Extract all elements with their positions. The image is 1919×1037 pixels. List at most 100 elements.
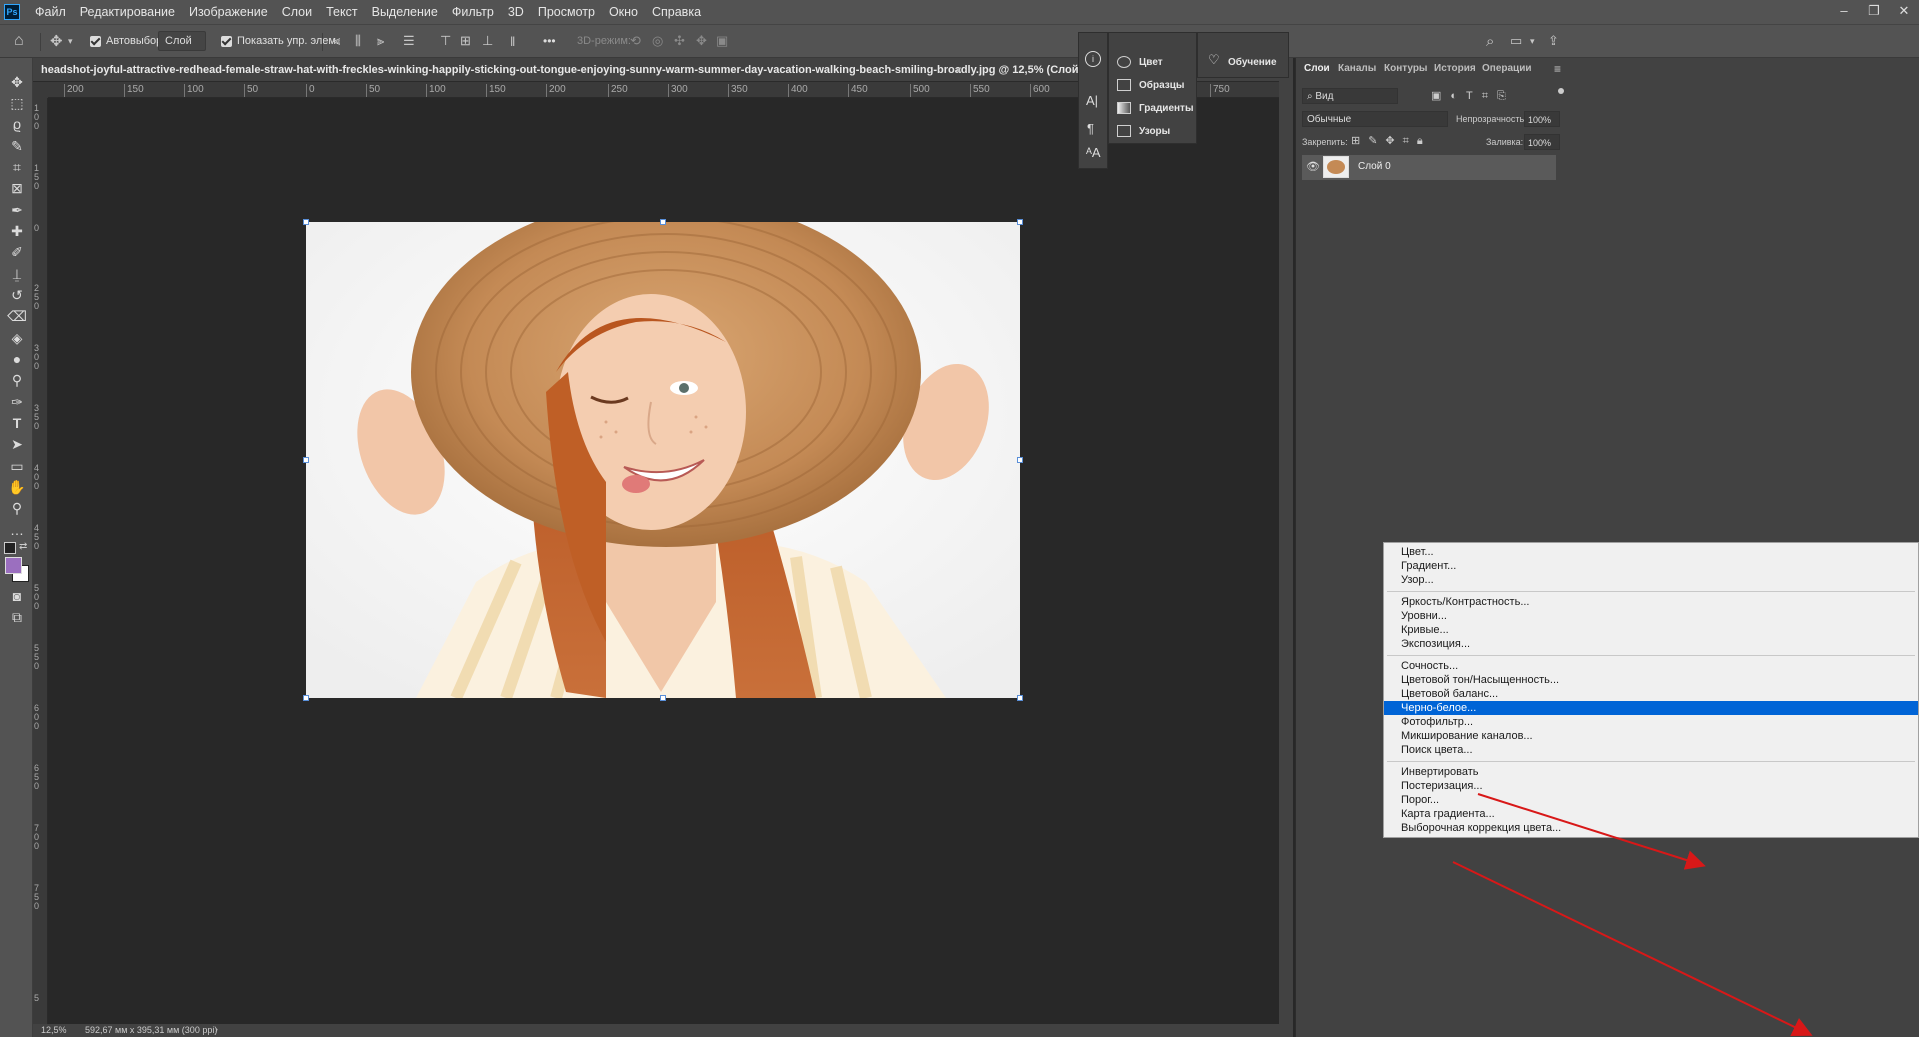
zoom-level[interactable]: 12,5% bbox=[41, 1025, 67, 1035]
menu-layers[interactable]: Слои bbox=[275, 0, 319, 24]
default-colors-icon[interactable] bbox=[4, 542, 16, 554]
tab-paths[interactable]: Контуры bbox=[1384, 58, 1427, 82]
glyphs-icon[interactable]: ᴬA bbox=[1086, 145, 1101, 160]
menu-window[interactable]: Окно bbox=[602, 0, 645, 24]
blend-mode-select[interactable]: Обычные bbox=[1302, 111, 1448, 127]
frame-tool-icon[interactable]: ⊠ bbox=[6, 178, 28, 198]
transform-handle[interactable] bbox=[303, 219, 309, 225]
distribute-vertical-icon[interactable]: ‖ bbox=[510, 31, 515, 51]
zoom-tool-icon[interactable]: ⚲ bbox=[6, 498, 28, 518]
transform-handle[interactable] bbox=[660, 695, 666, 701]
fill-input[interactable]: 100% bbox=[1524, 134, 1560, 150]
transform-handle[interactable] bbox=[1017, 457, 1023, 463]
healing-brush-icon[interactable]: ✚ bbox=[6, 221, 28, 241]
filter-toggle-icon[interactable] bbox=[1558, 88, 1564, 94]
transform-handle[interactable] bbox=[303, 695, 309, 701]
tab-history[interactable]: История bbox=[1434, 58, 1476, 82]
panel-menu-icon[interactable]: ≡ bbox=[1554, 62, 1561, 76]
screen-mode-icon[interactable]: ⧉ bbox=[6, 607, 28, 627]
more-tools-icon[interactable]: … bbox=[6, 520, 28, 540]
tab-layers[interactable]: Слои bbox=[1304, 58, 1330, 82]
marquee-tool-icon[interactable]: ⬚ bbox=[6, 93, 28, 113]
move-tool-icon[interactable]: ✥ bbox=[6, 72, 28, 92]
path-select-icon[interactable]: ➤ bbox=[6, 434, 28, 454]
tab-actions[interactable]: Операции bbox=[1482, 58, 1532, 82]
rectangle-tool-icon[interactable]: ▭ bbox=[6, 456, 28, 476]
opacity-input[interactable]: 100% bbox=[1524, 111, 1560, 127]
menu-item-brightness-contrast[interactable]: Яркость/Контрастность... bbox=[1384, 595, 1918, 609]
menu-3d[interactable]: 3D bbox=[501, 0, 531, 24]
transform-handle[interactable] bbox=[303, 457, 309, 463]
search-icon[interactable]: ⌕ bbox=[1486, 31, 1494, 51]
type-tool-icon[interactable]: T bbox=[6, 413, 28, 433]
brush-tool-icon[interactable]: ✐ bbox=[6, 242, 28, 262]
menu-edit[interactable]: Редактирование bbox=[73, 0, 182, 24]
eraser-tool-icon[interactable]: ⌫ bbox=[6, 306, 28, 326]
menu-item-photo-filter[interactable]: Фотофильтр... bbox=[1384, 715, 1918, 729]
lasso-tool-icon[interactable]: ϱ bbox=[6, 114, 28, 134]
align-hcenter-icon[interactable]: ⫼ bbox=[355, 31, 361, 51]
menu-item-exposure[interactable]: Экспозиция... bbox=[1384, 637, 1918, 651]
menu-image[interactable]: Изображение bbox=[182, 0, 275, 24]
menu-item-gradient-map[interactable]: Карта градиента... bbox=[1384, 807, 1918, 821]
chevron-right-icon[interactable]: › bbox=[215, 1024, 218, 1034]
align-bottom-icon[interactable]: ⊥ bbox=[482, 31, 493, 51]
transform-handle[interactable] bbox=[1017, 219, 1023, 225]
vertical-scrollbar[interactable] bbox=[1279, 58, 1293, 1037]
menu-item-vibrance[interactable]: Сочность... bbox=[1384, 659, 1918, 673]
panel-patterns[interactable]: Узоры bbox=[1117, 121, 1170, 141]
align-right-icon[interactable]: ⫸ bbox=[377, 31, 384, 51]
stamp-tool-icon[interactable]: ⍊ bbox=[6, 264, 28, 284]
foreground-color-swatch[interactable] bbox=[5, 557, 22, 574]
history-brush-icon[interactable]: ↺ bbox=[6, 285, 28, 305]
align-vcenter-icon[interactable]: ⊞ bbox=[460, 31, 471, 51]
align-top-icon[interactable]: ⊤ bbox=[440, 31, 451, 51]
layer-filter-icons[interactable]: ▣◐T⌗⎘ bbox=[1431, 89, 1515, 103]
layer-filter-select[interactable]: ⌕ Вид bbox=[1302, 88, 1398, 104]
panel-swatches[interactable]: Образцы bbox=[1117, 75, 1184, 95]
crop-tool-icon[interactable]: ⌗ bbox=[6, 157, 28, 177]
menu-item-threshold[interactable]: Порог... bbox=[1384, 793, 1918, 807]
character-icon[interactable]: A| bbox=[1086, 93, 1098, 108]
restore-icon[interactable]: ❐ bbox=[1859, 0, 1889, 24]
menu-filter[interactable]: Фильтр bbox=[445, 0, 501, 24]
quick-mask-icon[interactable]: ◙ bbox=[6, 586, 28, 606]
info-icon[interactable]: i bbox=[1085, 51, 1101, 67]
menu-view[interactable]: Просмотр bbox=[531, 0, 602, 24]
menu-select[interactable]: Выделение bbox=[365, 0, 445, 24]
menu-item-hue-saturation[interactable]: Цветовой тон/Насыщенность... bbox=[1384, 673, 1918, 687]
menu-item-color-balance[interactable]: Цветовой баланс... bbox=[1384, 687, 1918, 701]
menu-item-black-white[interactable]: Черно-белое... bbox=[1384, 701, 1918, 715]
menu-item-levels[interactable]: Уровни... bbox=[1384, 609, 1918, 623]
autoselect-checkbox[interactable]: Автовыбор: bbox=[90, 31, 165, 51]
menu-item-color-fill[interactable]: Цвет... bbox=[1384, 545, 1918, 559]
quick-selection-icon[interactable]: ✎ bbox=[6, 136, 28, 156]
eye-icon[interactable]: 👁︎ bbox=[1306, 160, 1320, 173]
menu-item-color-lookup[interactable]: Поиск цвета... bbox=[1384, 743, 1918, 757]
home-icon[interactable]: ⌂ bbox=[14, 31, 24, 51]
move-tool-icon[interactable]: ✥ bbox=[50, 31, 63, 51]
more-options-button[interactable]: ••• bbox=[543, 31, 556, 51]
swap-colors-icon[interactable]: ⇄ bbox=[19, 541, 27, 552]
close-tab-icon[interactable]: × bbox=[955, 63, 962, 77]
workspace-icon[interactable]: ▭ bbox=[1510, 31, 1522, 51]
paint-bucket-icon[interactable]: ◈ bbox=[6, 328, 28, 348]
tab-channels[interactable]: Каналы bbox=[1338, 58, 1376, 82]
transform-handle[interactable] bbox=[660, 219, 666, 225]
layer-row[interactable]: 👁︎ Слой 0 bbox=[1302, 155, 1556, 180]
hand-tool-icon[interactable]: ✋ bbox=[6, 477, 28, 497]
paragraph-icon[interactable]: ¶ bbox=[1087, 121, 1094, 136]
panel-color[interactable]: Цвет bbox=[1117, 52, 1163, 72]
document-image[interactable] bbox=[306, 222, 1020, 698]
menu-item-curves[interactable]: Кривые... bbox=[1384, 623, 1918, 637]
minimize-icon[interactable]: – bbox=[1829, 0, 1859, 24]
menu-help[interactable]: Справка bbox=[645, 0, 708, 24]
learn-panel[interactable]: ♡ Обучение bbox=[1197, 32, 1289, 78]
menu-item-posterize[interactable]: Постеризация... bbox=[1384, 779, 1918, 793]
panel-gradients[interactable]: Градиенты bbox=[1117, 98, 1194, 118]
autoselect-target-select[interactable]: Слой bbox=[158, 31, 206, 51]
menu-file[interactable]: Файл bbox=[28, 0, 73, 24]
transform-handle[interactable] bbox=[1017, 695, 1023, 701]
close-window-icon[interactable]: ✕ bbox=[1889, 0, 1919, 24]
menu-item-selective-color[interactable]: Выборочная коррекция цвета... bbox=[1384, 821, 1918, 835]
